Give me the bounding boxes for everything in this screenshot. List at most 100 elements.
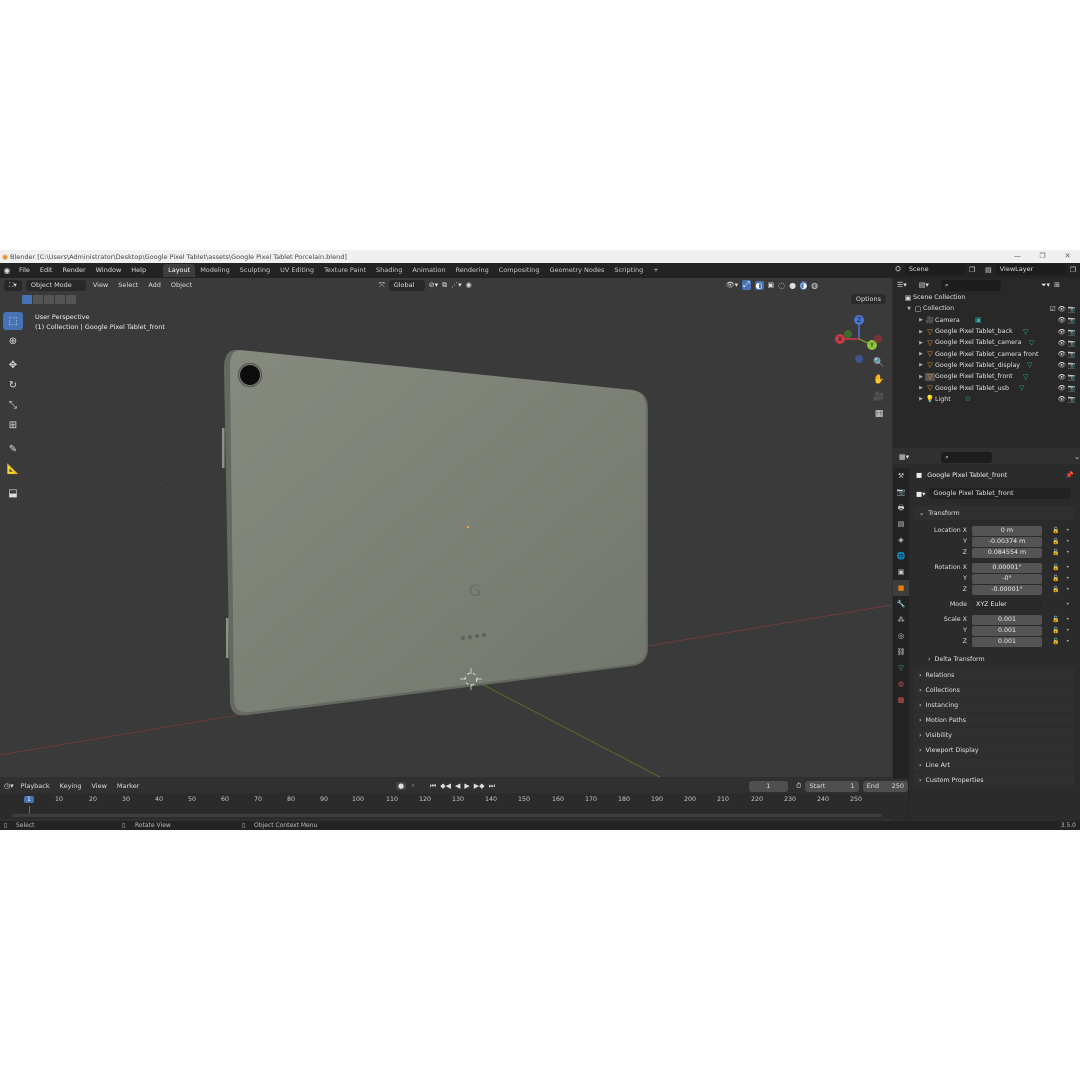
lock-icon[interactable]: 🔓 <box>1052 586 1059 593</box>
panel-relations[interactable]: › Relations <box>913 668 1075 682</box>
expand-icon[interactable]: ▶ <box>917 374 925 380</box>
lock-icon[interactable]: 🔓 <box>1052 549 1059 556</box>
snap-target-icon[interactable]: ⋰▾ <box>451 281 462 289</box>
scene-collection-row[interactable]: ▣ Scene Collection <box>893 292 1080 303</box>
visibility-icons[interactable]: 👁 📷 <box>1058 316 1076 324</box>
record-icon[interactable]: ● <box>396 782 407 790</box>
outliner-editor-icon[interactable]: ☰▾ <box>897 281 907 289</box>
outliner-item-front[interactable]: ▶ ▽ Google Pixel Tablet_front ▽ 👁 📷 <box>893 371 1080 382</box>
select-extend-icon[interactable] <box>33 295 43 304</box>
visibility-icons[interactable]: 👁 📷 <box>1058 350 1076 358</box>
auto-key-icon[interactable]: ⚬ <box>410 782 416 790</box>
keyframe-dot-icon[interactable]: • <box>1066 627 1070 634</box>
lock-icon[interactable]: 🔓 <box>1052 638 1059 645</box>
snap-icon[interactable]: ⧉ <box>442 281 447 290</box>
properties-search-input[interactable]: ⌕ <box>941 451 993 463</box>
transform-panel-header[interactable]: ⌄ Transform <box>913 506 1075 520</box>
texture-tab-icon[interactable]: ▩ <box>893 692 909 708</box>
select-box-tool-icon[interactable]: ⬚ <box>3 312 23 330</box>
panel-collections[interactable]: › Collections <box>913 683 1075 697</box>
timeline-menu-keying[interactable]: Keying <box>57 782 85 790</box>
tab-modeling[interactable]: Modeling <box>195 264 235 277</box>
gizmo-icon[interactable]: ⤢ <box>742 280 751 290</box>
keyframe-dot-icon[interactable]: • <box>1066 616 1070 623</box>
scene-field[interactable]: Scene <box>904 264 965 275</box>
current-frame-marker[interactable]: 1 <box>24 796 35 803</box>
menu-window[interactable]: Window <box>91 263 127 278</box>
editor-type-icon[interactable]: ⛶▾ <box>4 279 22 291</box>
lock-icon[interactable]: 🔓 <box>1052 527 1059 534</box>
maximize-icon[interactable]: ❐ <box>1030 250 1055 263</box>
zoom-icon[interactable]: 🔍 <box>872 358 886 375</box>
pin-icon[interactable]: 📌 <box>1066 471 1074 479</box>
proportional-edit-icon[interactable]: ◉ <box>466 281 472 289</box>
cursor-tool-icon[interactable]: ⊕ <box>3 332 23 350</box>
properties-options-icon[interactable]: ⌄ <box>1074 453 1080 461</box>
viewport-menu-add[interactable]: Add <box>145 281 164 289</box>
viewport-menu-select[interactable]: Select <box>115 281 141 289</box>
expand-icon[interactable]: ▶ <box>917 385 925 391</box>
tab-layout[interactable]: Layout <box>163 264 196 277</box>
lock-icon[interactable]: 🔓 <box>1052 564 1059 571</box>
outliner-item-display[interactable]: ▶ ▽ Google Pixel Tablet_display ▽ 👁 📷 <box>893 360 1080 371</box>
particles-tab-icon[interactable]: ⁂ <box>893 612 909 628</box>
expand-icon[interactable]: ▶ <box>917 362 925 368</box>
viewport-menu-object[interactable]: Object <box>168 281 195 289</box>
menu-render[interactable]: Render <box>57 263 90 278</box>
outliner-item-back[interactable]: ▶ ▽ Google Pixel Tablet_back ▽ 👁 📷 <box>893 326 1080 337</box>
keyframe-dot-icon[interactable]: • <box>1066 601 1070 608</box>
end-frame-field[interactable]: End 250 <box>862 780 908 792</box>
location-x-field[interactable]: 0 m <box>972 525 1042 536</box>
keyframe-dot-icon[interactable]: • <box>1066 638 1070 645</box>
visibility-icons[interactable]: 👁 📷 <box>1058 373 1076 381</box>
collection-tab-icon[interactable]: ▣ <box>893 564 909 580</box>
properties-editor-icon[interactable]: ▦▾ <box>899 453 909 461</box>
timeline-editor-icon[interactable]: ◷▾ <box>4 782 14 790</box>
pivot-icon[interactable]: ⊘▾ <box>429 281 438 289</box>
tab-texture-paint[interactable]: Texture Paint <box>319 264 371 277</box>
tab-animation[interactable]: Animation <box>407 264 450 277</box>
timeline-menu-view[interactable]: View <box>88 782 109 790</box>
panel-line-art[interactable]: › Line Art <box>913 758 1075 772</box>
render-tab-icon[interactable]: 📷 <box>893 484 909 500</box>
expand-icon[interactable]: ▶ <box>917 396 925 402</box>
prev-key-icon[interactable]: ◆◀ <box>440 782 451 790</box>
keyframe-dot-icon[interactable]: • <box>1066 575 1070 582</box>
3d-viewport[interactable]: G ⛶▾ Object Mode View Select Add Object … <box>0 278 892 777</box>
scale-x-field[interactable]: 0.001 <box>972 614 1042 625</box>
visibility-icons[interactable]: 👁 📷 <box>1058 395 1076 403</box>
pan-hand-icon[interactable]: ✋ <box>872 375 886 392</box>
filter-icon[interactable]: ⏷▾ <box>1041 281 1050 290</box>
play-reverse-icon[interactable]: ◀ <box>455 782 460 790</box>
shading-solid-icon[interactable]: ● <box>789 281 796 290</box>
select-subtract-icon[interactable] <box>44 295 54 304</box>
scale-y-field[interactable]: 0.001 <box>972 625 1042 636</box>
start-frame-field[interactable]: Start 1 <box>805 780 859 792</box>
delta-transform-header[interactable]: › Delta Transform <box>922 652 1075 666</box>
new-scene-icon[interactable]: ❐ <box>969 266 975 274</box>
lock-icon[interactable]: 🔓 <box>1052 538 1059 545</box>
tab-rendering[interactable]: Rendering <box>451 264 494 277</box>
tab-shading[interactable]: Shading <box>371 264 407 277</box>
jump-start-icon[interactable]: ⏮ <box>430 782 436 791</box>
expand-icon[interactable]: ▶ <box>917 340 925 346</box>
minimize-icon[interactable]: — <box>1005 250 1030 263</box>
visibility-icons[interactable]: 👁 📷 <box>1058 339 1076 347</box>
add-cube-tool-icon[interactable]: ⬓ <box>3 484 23 502</box>
outliner-search-input[interactable]: ⌕ <box>940 279 1001 291</box>
keyframe-dot-icon[interactable]: • <box>1066 527 1070 534</box>
shading-wireframe-icon[interactable]: ◌ <box>778 281 785 290</box>
play-icon[interactable]: ▶ <box>464 782 469 790</box>
visibility-icons[interactable]: 👁 📷 <box>1058 361 1076 369</box>
timeline-menu-marker[interactable]: Marker <box>114 782 142 790</box>
panel-viewport-display[interactable]: › Viewport Display <box>913 743 1075 757</box>
outliner-item-light[interactable]: ▶ 💡 Light ⊙ 👁 📷 <box>893 394 1080 405</box>
expand-icon[interactable]: ▶ <box>917 329 925 335</box>
scale-tool-icon[interactable]: ⤡ <box>3 396 23 414</box>
panel-visibility[interactable]: › Visibility <box>913 728 1075 742</box>
select-invert-icon[interactable] <box>55 295 65 304</box>
camera-view-icon[interactable]: 🎥 <box>872 392 886 409</box>
lock-icon[interactable]: 🔓 <box>1052 616 1059 623</box>
outliner-item-camera[interactable]: ▶ 🎥 Camera ▣ 👁 📷 <box>893 315 1080 326</box>
menu-file[interactable]: File <box>14 263 35 278</box>
